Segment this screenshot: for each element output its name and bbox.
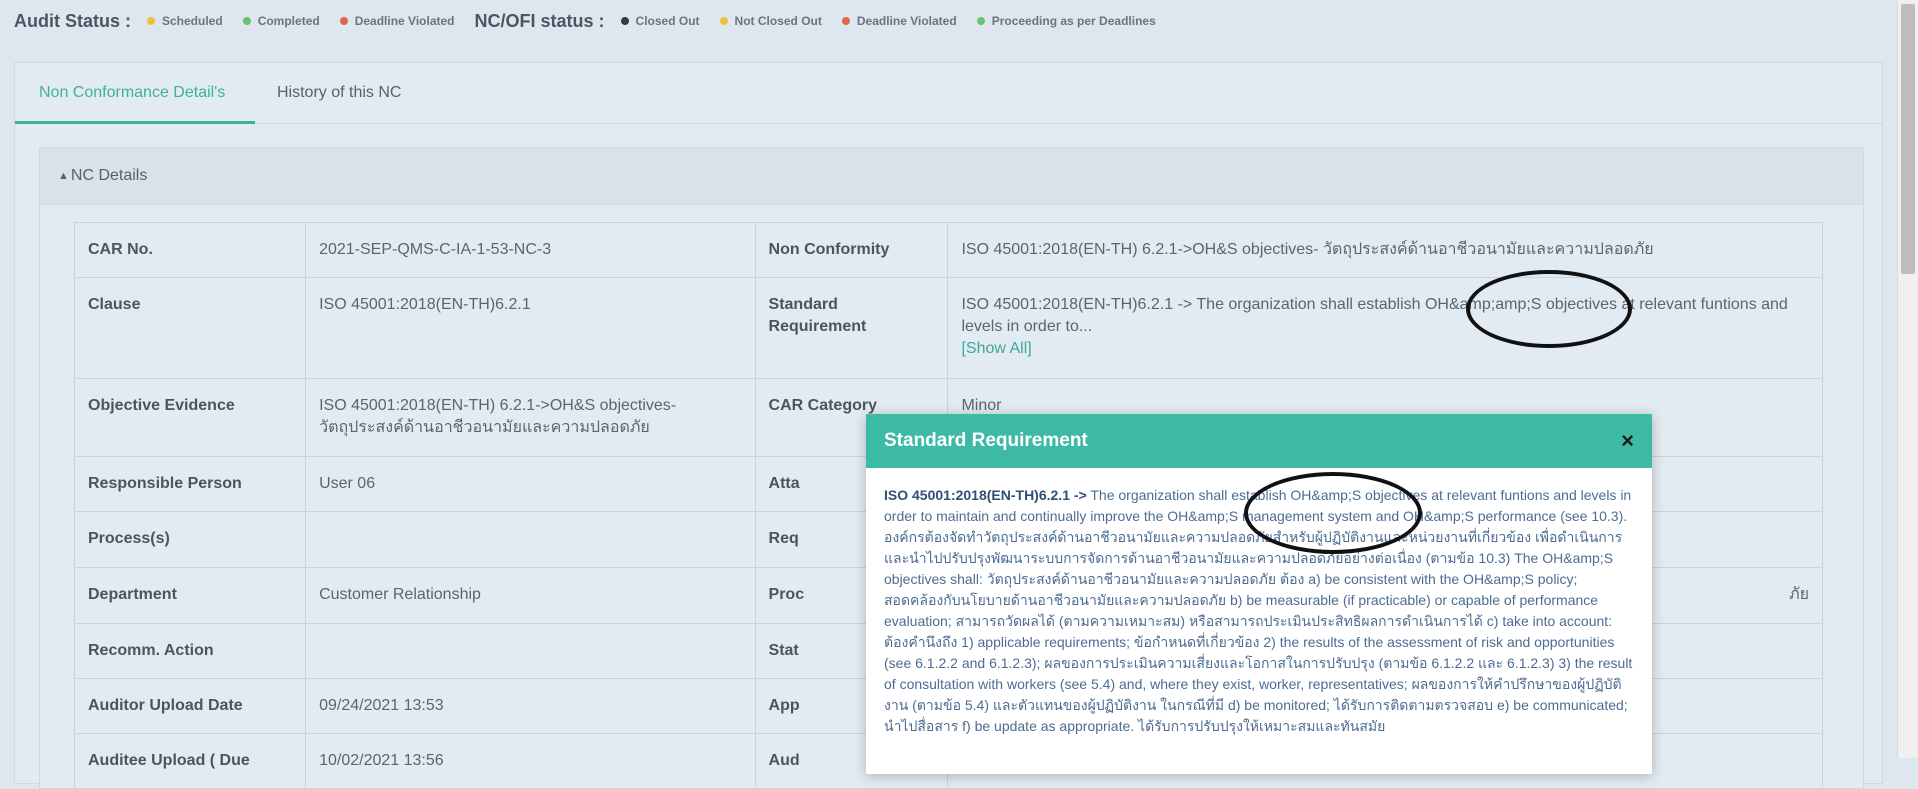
- legend-not-closed-out: Not Closed Out: [719, 14, 822, 28]
- scheduled-dot-icon: [147, 17, 155, 25]
- standard-requirement-modal: Standard Requirement × ISO 45001:2018(EN…: [866, 414, 1652, 774]
- auditor-upload-value: 09/24/2021 13:53: [305, 678, 756, 734]
- objective-evidence-value: ISO 45001:2018(EN-TH) 6.2.1->OH&S object…: [305, 378, 756, 457]
- chevron-up-icon: ▲: [58, 170, 69, 182]
- modal-body: ISO 45001:2018(EN-TH)6.2.1 -> The organi…: [866, 468, 1652, 754]
- department-value: Customer Relationship: [305, 567, 756, 624]
- nc-details-toggle[interactable]: ▲ NC Details: [40, 148, 1863, 205]
- deadline-violated-dot-icon: [339, 17, 348, 25]
- legend-label: Not Closed Out: [734, 14, 822, 28]
- table-row: Clause ISO 45001:2018(EN-TH)6.2.1 Standa…: [73, 277, 1823, 379]
- department-label: Department: [73, 567, 307, 624]
- legend-label: Proceeding as per Deadlines: [991, 14, 1156, 28]
- legend-scheduled: Scheduled: [147, 14, 223, 28]
- auditee-upload-value: 10/02/2021 13:56: [305, 733, 756, 789]
- car-no-label: CAR No.: [73, 222, 307, 278]
- tab-non-conformance-detail[interactable]: Non Conformance Detail's: [39, 63, 225, 123]
- tab-history[interactable]: History of this NC: [277, 63, 401, 123]
- legend-proceeding: Proceeding as per Deadlines: [976, 14, 1156, 28]
- legend-completed: Completed: [242, 14, 320, 28]
- active-tab-indicator: [15, 121, 255, 124]
- recomm-action-value: [305, 623, 756, 679]
- table-row: CAR No. 2021-SEP-QMS-C-IA-1-53-NC-3 Non …: [73, 222, 1823, 278]
- auditee-upload-label: Auditee Upload ( Due: [73, 733, 307, 789]
- legend-nc-deadline-violated: Deadline Violated: [841, 14, 957, 28]
- legend-deadline-violated: Deadline Violated: [339, 14, 455, 28]
- legend-label: Deadline Violated: [856, 14, 957, 28]
- modal-header: Standard Requirement ×: [866, 414, 1652, 468]
- responsible-person-label: Responsible Person: [73, 456, 307, 512]
- car-no-value: 2021-SEP-QMS-C-IA-1-53-NC-3: [305, 222, 756, 278]
- standard-requirement-cell: ISO 45001:2018(EN-TH)6.2.1 -> The organi…: [947, 277, 1823, 379]
- legend-label: Deadline Violated: [354, 14, 455, 28]
- modal-title: Standard Requirement: [884, 430, 1088, 451]
- processes-value: [305, 511, 756, 568]
- proceeding-dot-icon: [976, 17, 985, 25]
- show-all-link[interactable]: [Show All]: [961, 338, 1809, 360]
- standard-requirement-value: ISO 45001:2018(EN-TH)6.2.1 -> The organi…: [961, 296, 1788, 335]
- processes-label: Process(s): [73, 511, 307, 568]
- requirement-reference: ISO 45001:2018(EN-TH)6.2.1 ->: [884, 487, 1087, 503]
- tab-bar: Non Conformance Detail's History of this…: [15, 63, 1882, 124]
- legend-label: Closed Out: [635, 14, 700, 28]
- auditor-upload-label: Auditor Upload Date: [73, 678, 307, 734]
- not-closed-out-dot-icon: [719, 17, 728, 25]
- responsible-person-value: User 06: [305, 456, 756, 512]
- page-scrollbar[interactable]: [1897, 0, 1918, 758]
- nc-deadline-violated-dot-icon: [841, 17, 850, 25]
- clause-label: Clause: [73, 277, 307, 379]
- legend-label: Completed: [257, 14, 320, 28]
- objective-evidence-label: Objective Evidence: [73, 378, 307, 457]
- non-conformity-value: ISO 45001:2018(EN-TH) 6.2.1->OH&S object…: [947, 222, 1823, 278]
- standard-requirement-label: Standard Requirement: [754, 277, 949, 379]
- closed-out-dot-icon: [620, 17, 629, 25]
- nc-details-title: NC Details: [70, 167, 148, 184]
- requirement-text: The organization shall establish OH&amp;…: [884, 487, 1633, 734]
- recomm-action-label: Recomm. Action: [73, 623, 307, 679]
- legend-label: Scheduled: [162, 14, 223, 28]
- legend-closed-out: Closed Out: [620, 14, 700, 28]
- completed-dot-icon: [242, 17, 251, 25]
- nc-ofi-status-title: NC/OFI status :: [474, 10, 605, 31]
- audit-status-title: Audit Status :: [14, 10, 131, 31]
- non-conformity-label: Non Conformity: [754, 222, 949, 278]
- status-legend-bar: Audit Status : Scheduled Completed Deadl…: [0, 0, 1912, 42]
- scrollbar-thumb[interactable]: [1901, 4, 1915, 274]
- clause-value: ISO 45001:2018(EN-TH)6.2.1: [305, 277, 756, 379]
- close-icon[interactable]: ×: [1621, 430, 1634, 452]
